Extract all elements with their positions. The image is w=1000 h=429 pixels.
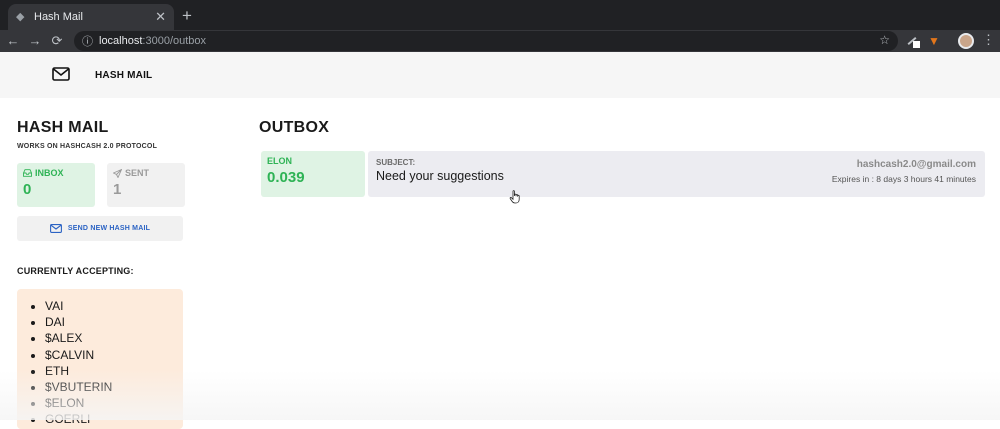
url-host: localhost: [99, 35, 143, 47]
inbox-label: INBOX: [35, 168, 64, 178]
accepting-item: $CALVIN: [45, 347, 183, 363]
accepting-item: GOERLI: [45, 411, 183, 427]
accepting-item: DAI: [45, 314, 183, 330]
mail-icon[interactable]: [52, 67, 70, 81]
browser-toolbar: ← → ⟳ ⓘ localhost :3000/outbox ☆ ▼ ⋮: [0, 30, 1000, 52]
star-icon[interactable]: ☆: [879, 33, 890, 47]
tab-close-icon[interactable]: ✕: [155, 9, 166, 25]
browser-menu-icon[interactable]: ⋮: [982, 32, 995, 48]
inbox-card[interactable]: INBOX 0: [17, 163, 95, 207]
sidebar-subtitle: WORKS ON HASHCASH 2.0 PROTOCOL: [17, 143, 158, 150]
extension-icon[interactable]: [906, 34, 920, 48]
tab-title: Hash Mail: [34, 11, 83, 23]
accepting-title: CURRENTLY ACCEPTING:: [17, 266, 134, 276]
send-new-mail-label: SEND NEW HASH MAIL: [67, 225, 151, 232]
back-icon[interactable]: ←: [4, 32, 22, 50]
accepting-list-box: VAI DAI $ALEX $CALVIN ETH $VBUTERIN $ELO…: [17, 289, 183, 429]
token-amount: 0.039: [267, 169, 305, 186]
sent-label-row: SENT: [113, 168, 179, 178]
mail-expiry: Expires in : 8 days 3 hours 41 minutes: [831, 174, 976, 184]
send-new-mail-button[interactable]: SEND NEW HASH MAIL: [17, 216, 183, 241]
reload-icon[interactable]: ⟳: [48, 32, 66, 50]
accepting-list: VAI DAI $ALEX $CALVIN ETH $VBUTERIN $ELO…: [45, 298, 183, 428]
accepting-item: $VBUTERIN: [45, 379, 183, 395]
sent-card[interactable]: SENT 1: [107, 163, 185, 207]
inbox-count: 0: [23, 181, 32, 198]
url-path: :3000/outbox: [142, 35, 207, 47]
sent-label: SENT: [125, 168, 150, 178]
lock-icon: ⓘ: [82, 36, 93, 48]
inbox-icon: [23, 169, 32, 177]
token-card: ELON 0.039: [261, 151, 365, 197]
token-name: ELON: [267, 156, 293, 166]
accepting-item: $ALEX: [45, 330, 183, 346]
address-bar[interactable]: ⓘ localhost :3000/outbox ☆: [74, 31, 898, 51]
outbox-mail-row[interactable]: ELON 0.039 SUBJECT: Need your suggestion…: [261, 151, 985, 197]
accepting-item: $ELON: [45, 395, 183, 411]
page-title: OUTBOX: [259, 119, 330, 136]
profile-avatar[interactable]: [958, 33, 974, 49]
sidebar-title: HASH MAIL: [17, 119, 109, 136]
metamask-icon[interactable]: ▼: [928, 34, 942, 48]
send-icon: [113, 168, 122, 178]
app-title[interactable]: HASH MAIL: [95, 70, 152, 81]
tab-favicon-icon: ◆: [16, 11, 25, 23]
forward-icon[interactable]: →: [26, 32, 44, 50]
app-header: HASH MAIL: [0, 52, 1000, 98]
accepting-item: ETH: [45, 363, 183, 379]
mail-icon: [49, 224, 62, 233]
new-tab-button[interactable]: +: [178, 6, 196, 26]
mail-recipient: hashcash2.0@gmail.com: [856, 159, 976, 170]
inbox-label-row: INBOX: [23, 168, 89, 178]
mail-card[interactable]: SUBJECT: Need your suggestions hashcash2…: [368, 151, 985, 197]
browser-tab[interactable]: ◆ Hash Mail ✕: [8, 4, 174, 30]
accepting-item: VAI: [45, 298, 183, 314]
hand-cursor-icon: [509, 190, 520, 204]
browser-tabstrip: ◆ Hash Mail ✕ +: [0, 0, 1000, 30]
sent-count: 1: [113, 181, 122, 198]
